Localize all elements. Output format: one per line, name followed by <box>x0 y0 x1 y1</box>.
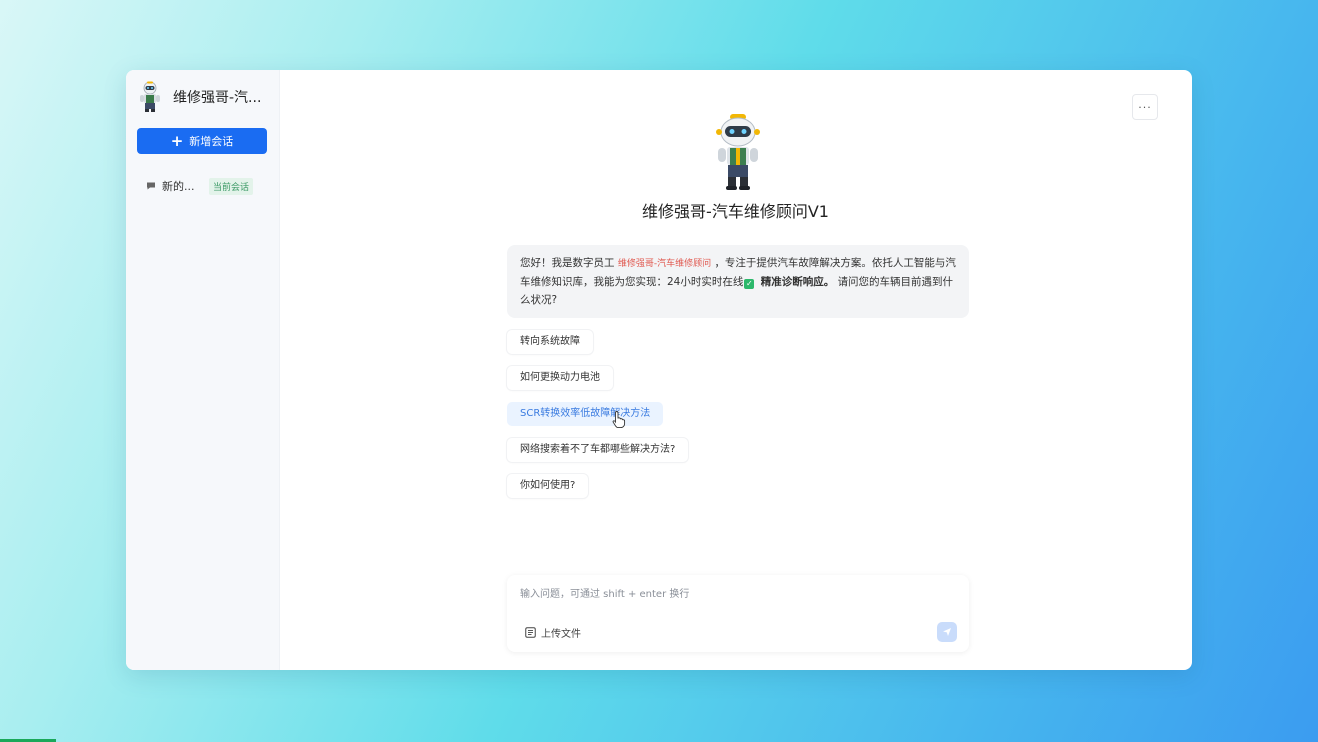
send-button[interactable] <box>937 622 957 642</box>
app-window: 维修强哥-汽... + 新增会话 新的... 当前会话 ··· 维修强哥-汽车维… <box>126 70 1192 670</box>
suggestion-chip[interactable]: 网络搜索着不了车都哪些解决方法? <box>507 438 689 462</box>
more-icon: ··· <box>1138 100 1152 114</box>
plus-icon: + <box>170 131 184 150</box>
hand-pointer-icon <box>612 411 626 428</box>
new-chat-button[interactable]: + 新增会话 <box>137 128 267 154</box>
send-icon <box>943 628 951 636</box>
new-chat-label: 新增会话 <box>189 135 234 148</box>
session-label: 新的... <box>162 180 195 193</box>
robot-avatar-icon <box>140 81 160 112</box>
chat-bubble-icon <box>147 182 155 190</box>
welcome-bold-text: 精准诊断响应。 <box>760 276 835 288</box>
more-options-button[interactable]: ··· <box>1132 94 1158 120</box>
welcome-message: 您好！我是数字员工 维修强哥-汽车维修顾问 ，专注于提供汽车故障解决方案。依托人… <box>507 245 969 318</box>
suggestion-chip[interactable]: SCR转换效率低故障解决方法 <box>507 402 664 426</box>
chat-main: ··· 维修强哥-汽车维修顾问V1 您好！我是数字员工 维修强哥-汽车维修顾问 … <box>279 70 1192 670</box>
welcome-text-1: 您好！我是数字员工 <box>520 257 615 269</box>
upload-file-button[interactable]: 上传文件 <box>525 624 581 640</box>
current-session-badge: 当前会话 <box>209 177 254 195</box>
sidebar: 维修强哥-汽... + 新增会话 新的... 当前会话 <box>126 70 280 670</box>
suggestion-chip[interactable]: 如何更换动力电池 <box>507 366 613 390</box>
session-item[interactable]: 新的... 当前会话 <box>137 174 267 198</box>
chat-input-box: 上传文件 <box>507 575 969 652</box>
agent-title: 维修强哥-汽车维修顾问V1 <box>642 202 829 221</box>
suggestion-chip[interactable]: 你如何使用? <box>507 474 589 498</box>
file-icon <box>525 626 536 638</box>
suggestion-chip[interactable]: 转向系统故障 <box>507 330 593 354</box>
agent-name-highlight: 维修强哥-汽车维修顾问 <box>617 259 712 269</box>
app-name: 维修强哥-汽... <box>173 90 262 106</box>
app-header: 维修强哥-汽... <box>137 80 272 114</box>
robot-mascot-icon <box>716 114 760 190</box>
question-input[interactable] <box>520 585 950 603</box>
check-icon: ✓ <box>744 279 755 289</box>
upload-file-label: 上传文件 <box>541 628 581 640</box>
